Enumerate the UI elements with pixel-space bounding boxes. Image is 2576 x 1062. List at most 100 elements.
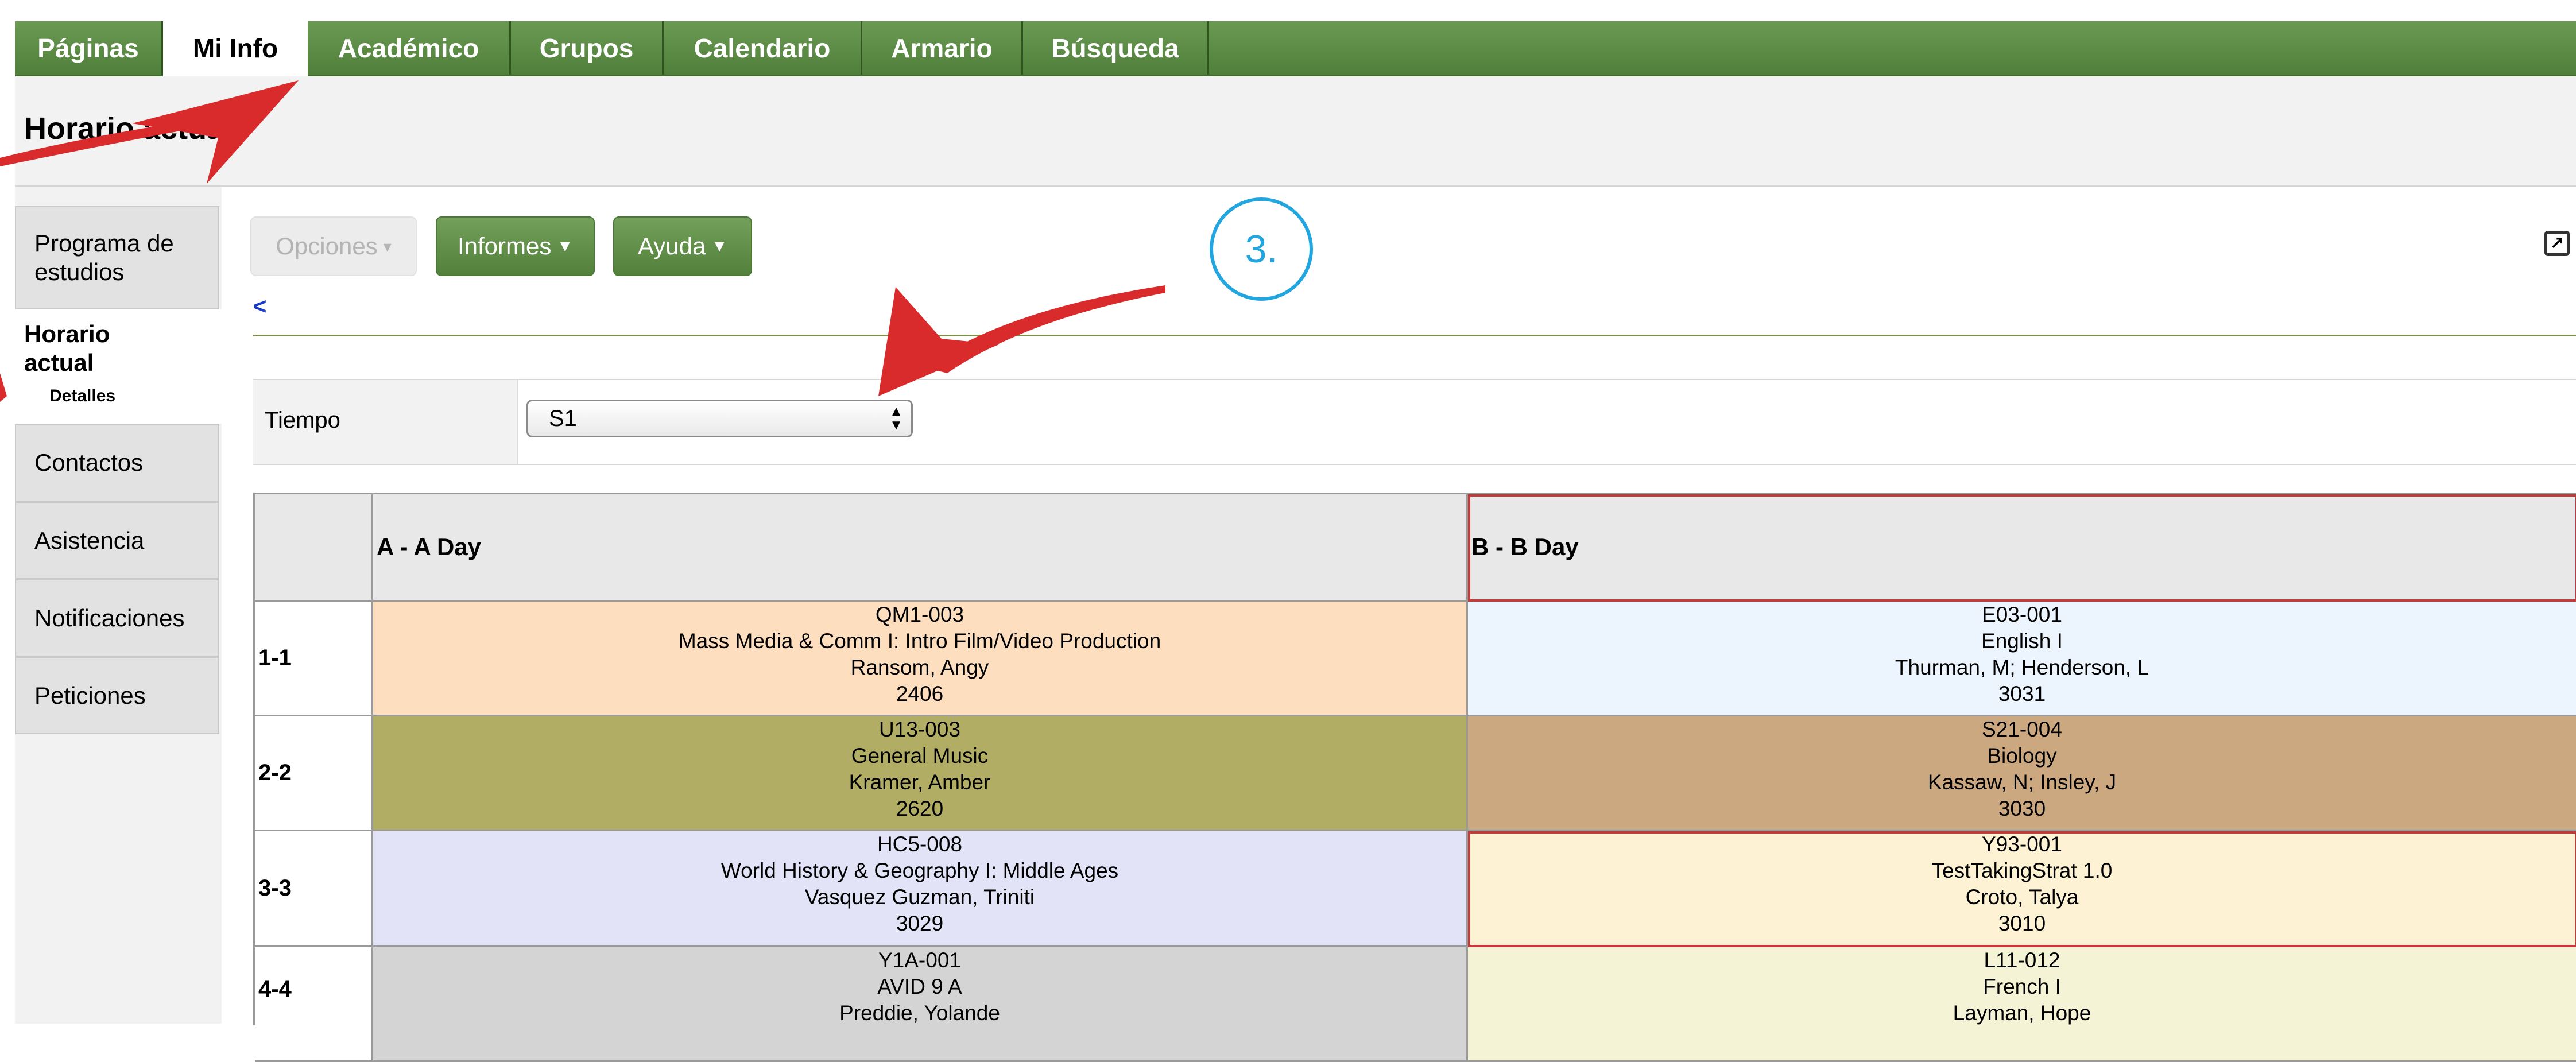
sidebar-item-asistencia[interactable]: Asistencia	[15, 502, 219, 579]
course-title: World History & Geography I: Middle Ages	[720, 859, 1119, 882]
course-title: English I	[1981, 629, 2063, 653]
course-code: L11-012	[1984, 948, 2060, 972]
course-title: General Music	[851, 744, 989, 768]
course-title: AVID 9 A	[877, 975, 962, 998]
sidebar-item-label: Peticiones	[34, 681, 146, 709]
top-navigation: Páginas Mi Info Académico Grupos Calenda…	[15, 18, 2576, 78]
term-select[interactable]: S1 ▲ ▼	[526, 400, 913, 437]
course-teacher: Vasquez Guzman, Triniti	[804, 885, 1035, 909]
term-select-value: S1	[549, 405, 577, 431]
corner-header-cell	[255, 494, 373, 602]
annotation-step-circle: 3.	[1210, 197, 1313, 301]
tab-label: Académico	[338, 33, 479, 63]
course-teacher: Kassaw, N; Insley, J	[1927, 770, 2117, 794]
day-a-label: A - A Day	[377, 533, 482, 560]
page-title: Horario actual	[24, 111, 233, 146]
course-code: QM1-003	[875, 603, 964, 626]
period-label: 1-1	[258, 645, 292, 670]
tab-paginas[interactable]: Páginas	[15, 21, 163, 75]
select-arrows-icon: ▲ ▼	[889, 404, 903, 433]
tab-label: Búsqueda	[1051, 33, 1179, 63]
filter-label: Tiempo	[265, 408, 340, 433]
course-room: 3029	[896, 912, 944, 935]
schedule-table: A - A Day B - B Day 1-1 QM1-003 Mass Med…	[253, 493, 2576, 1062]
help-label: Ayuda	[637, 232, 706, 259]
reports-button[interactable]: Informes ▼	[436, 216, 595, 276]
sidebar: Programa de estudios Horario actual Deta…	[15, 187, 237, 1024]
day-a-header: A - A Day	[373, 494, 1468, 602]
course-room: 2406	[896, 682, 944, 706]
sidebar-item-label: Horario actual	[24, 320, 110, 376]
course-cell[interactable]: S21-004 Biology Kassaw, N; Insley, J 303…	[1468, 716, 2576, 831]
course-room: 2620	[896, 797, 944, 820]
tab-label: Páginas	[37, 33, 139, 63]
period-label: 4-4	[258, 976, 292, 1002]
tab-label: Mi Info	[192, 33, 278, 63]
period-label: 3-3	[258, 875, 292, 901]
course-teacher: Layman, Hope	[1953, 1001, 2091, 1025]
course-code: S21-004	[1982, 718, 2062, 741]
course-code: E03-001	[1982, 603, 2062, 626]
tab-mi-info[interactable]: Mi Info	[163, 18, 308, 78]
day-b-label: B - B Day	[1471, 533, 1579, 560]
course-teacher: Croto, Talya	[1965, 885, 2079, 909]
divider	[253, 335, 2576, 336]
course-cell[interactable]: L11-012 French I Layman, Hope	[1468, 947, 2576, 1062]
tab-grupos[interactable]: Grupos	[511, 21, 664, 75]
sidebar-item-label: Asistencia	[34, 526, 145, 554]
course-cell[interactable]: Y1A-001 AVID 9 A Preddie, Yolande	[373, 947, 1468, 1062]
tab-label: Armario	[891, 33, 993, 63]
sidebar-item-contactos[interactable]: Contactos	[15, 424, 219, 502]
chevron-down-icon: ▼	[557, 237, 574, 255]
course-code: HC5-008	[877, 832, 963, 856]
course-cell[interactable]: QM1-003 Mass Media & Comm I: Intro Film/…	[373, 602, 1468, 716]
sidebar-item-peticiones[interactable]: Peticiones	[15, 657, 219, 734]
tab-calendario[interactable]: Calendario	[664, 21, 862, 75]
course-room: 3030	[1998, 797, 2046, 820]
day-b-header: B - B Day	[1468, 494, 2576, 602]
course-title: Biology	[1987, 744, 2057, 768]
course-cell[interactable]: Y93-001 TestTakingStrat 1.0 Croto, Talya…	[1468, 831, 2576, 947]
period-cell: 2-2	[255, 716, 373, 831]
annotation-step-label: 3.	[1245, 227, 1278, 271]
course-teacher: Thurman, M; Henderson, L	[1895, 656, 2149, 679]
course-teacher: Ransom, Angy	[850, 656, 989, 679]
course-title: Mass Media & Comm I: Intro Film/Video Pr…	[678, 629, 1161, 653]
tab-armario[interactable]: Armario	[862, 21, 1023, 75]
course-code: U13-003	[879, 718, 960, 741]
sidebar-item-label: Notificaciones	[34, 604, 185, 631]
course-room: 3010	[1998, 912, 2046, 935]
period-cell: 1-1	[255, 602, 373, 716]
annotation-arrow-select	[924, 285, 1165, 373]
filter-label-cell: Tiempo	[253, 380, 518, 464]
course-title: TestTakingStrat 1.0	[1931, 859, 2113, 882]
period-label: 2-2	[258, 760, 292, 785]
help-button[interactable]: Ayuda ▼	[613, 216, 752, 276]
course-code: Y1A-001	[878, 948, 961, 972]
options-button: Opciones ▾	[250, 216, 417, 276]
tab-label: Grupos	[539, 33, 634, 63]
course-room: 3031	[1998, 682, 2046, 706]
sidebar-item-label: Programa de estudios	[34, 230, 174, 285]
course-cell[interactable]: HC5-008 World History & Geography I: Mid…	[373, 831, 1468, 947]
course-cell[interactable]: U13-003 General Music Kramer, Amber 2620	[373, 716, 1468, 831]
reports-label: Informes	[457, 232, 552, 259]
tab-busqueda[interactable]: Búsqueda	[1023, 21, 1209, 75]
course-cell[interactable]: E03-001 English I Thurman, M; Henderson,…	[1468, 602, 2576, 716]
sidebar-item-label: Contactos	[34, 449, 144, 476]
page-header	[15, 76, 2576, 187]
chevron-down-icon: ▼	[711, 237, 728, 255]
options-label: Opciones	[276, 232, 378, 259]
tab-academico[interactable]: Académico	[308, 21, 511, 75]
sidebar-item-horario-actual[interactable]: Horario actual Detalles	[15, 309, 237, 424]
sidebar-item-notificaciones[interactable]: Notificaciones	[15, 579, 219, 657]
course-code: Y93-001	[1982, 832, 2062, 856]
sidebar-item-programa-de-estudios[interactable]: Programa de estudios	[15, 206, 219, 309]
annotation-arrow-edge	[0, 373, 7, 402]
sidebar-subitem-detalles[interactable]: Detalles	[24, 382, 115, 410]
tab-label: Calendario	[694, 33, 831, 63]
course-teacher: Kramer, Amber	[849, 770, 991, 794]
course-teacher: Preddie, Yolande	[839, 1001, 1000, 1025]
back-link[interactable]: <	[253, 294, 266, 320]
popout-icon[interactable]: ↗	[2544, 231, 2570, 256]
